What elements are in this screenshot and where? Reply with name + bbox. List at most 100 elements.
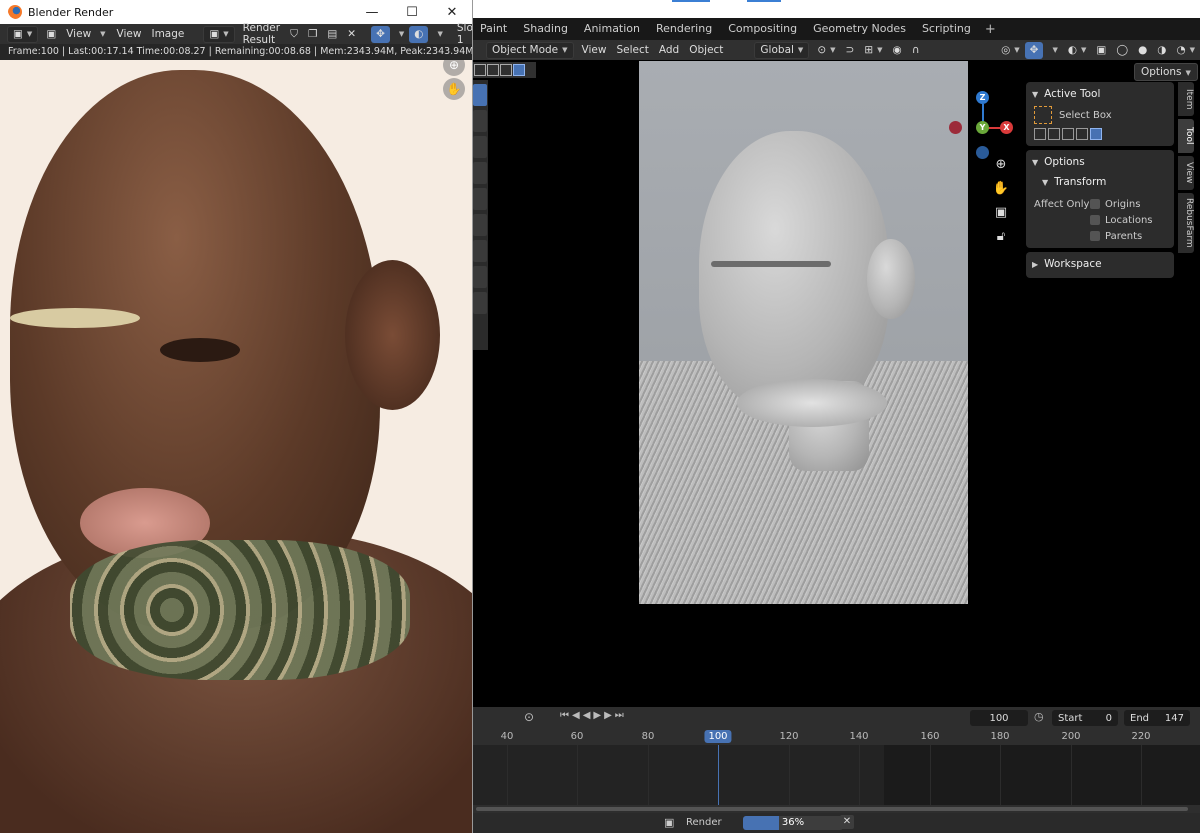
select-subtract-icon[interactable] <box>1062 128 1074 140</box>
gizmo-toggle-icon[interactable]: ✥ <box>371 25 390 43</box>
zoom-icon[interactable]: ⊕ <box>443 60 465 76</box>
mode-dropdown[interactable]: Object Mode ▼ <box>486 41 574 59</box>
timeline-area[interactable] <box>472 745 1200 805</box>
move-tool-icon[interactable] <box>473 136 487 158</box>
image-name-field[interactable]: Render Result <box>238 22 285 46</box>
transform-tool-icon[interactable] <box>473 214 487 236</box>
z-axis-icon[interactable]: Z <box>976 91 989 104</box>
shading-rendered-icon[interactable]: ◔ ▼ <box>1171 42 1200 59</box>
select-new-icon[interactable] <box>474 64 486 76</box>
annotate-tool-icon[interactable] <box>473 240 487 262</box>
tab-geometry-nodes[interactable]: Geometry Nodes <box>805 18 914 40</box>
select-extend-icon[interactable] <box>487 64 499 76</box>
scrollbar-thumb[interactable] <box>476 807 1188 811</box>
navigation-gizmo[interactable]: Z Y X <box>942 90 1013 190</box>
unlink-close-icon[interactable]: ✕ <box>342 26 361 43</box>
shading-material-icon[interactable]: ◑ <box>1152 42 1171 59</box>
shading-solid-icon[interactable]: ● <box>1133 42 1152 59</box>
select-subtract-icon[interactable] <box>500 64 512 76</box>
cancel-render-icon[interactable]: ✕ <box>840 815 854 829</box>
menu-image[interactable]: Image <box>146 26 189 43</box>
overlay-icon[interactable]: ◐ ▼ <box>1063 42 1092 59</box>
proportional-edit-icon[interactable]: ◉ <box>888 42 907 59</box>
select-box-tool-icon[interactable] <box>473 84 487 106</box>
camera-icon[interactable]: ▣ <box>992 204 1010 222</box>
end-frame-field[interactable]: End 147 <box>1124 710 1190 726</box>
record-icon[interactable]: ⊙ <box>524 710 534 724</box>
select-mode-buttons[interactable] <box>472 62 536 78</box>
measure-tool-icon[interactable] <box>473 266 487 288</box>
scale-tool-icon[interactable] <box>473 188 487 210</box>
start-frame-field[interactable]: Start 0 <box>1052 710 1118 726</box>
close-icon[interactable]: ✕ <box>432 5 472 20</box>
menu-select[interactable]: Select <box>611 42 653 59</box>
parents-checkbox[interactable] <box>1090 231 1100 241</box>
zoom-icon[interactable]: ⊕ <box>992 156 1010 174</box>
editor-type-icon[interactable]: ▣ ▼ <box>7 25 39 43</box>
slot-dropdown[interactable]: Slot 1▼ <box>452 22 472 46</box>
menu-object[interactable]: Object <box>684 42 728 59</box>
minimize-icon[interactable]: — <box>352 5 392 20</box>
playback-controls[interactable]: ⏮◀◀▶▶⏭ <box>560 710 627 721</box>
menu-view-2[interactable]: View <box>112 26 147 43</box>
add-cube-tool-icon[interactable] <box>473 292 487 314</box>
select-new-icon[interactable] <box>1034 128 1046 140</box>
render-result-image[interactable]: ⊕ ✋ <box>0 60 472 833</box>
select-invert-icon[interactable] <box>1076 128 1088 140</box>
falloff-icon[interactable]: ∩ <box>907 42 925 59</box>
tab-rebusfarm[interactable]: RebusFarm <box>1178 193 1194 253</box>
active-tool-header[interactable]: ▼ Active Tool <box>1026 84 1174 104</box>
pan-hand-icon[interactable]: ✋ <box>443 78 465 100</box>
options-dropdown[interactable]: Options ▼ <box>1134 63 1198 81</box>
gizmo-toggle-icon[interactable]: ✥ <box>1024 41 1044 59</box>
timeline-scrollbar[interactable] <box>472 805 1200 813</box>
select-box-icon[interactable] <box>1034 106 1052 124</box>
gizmo-dropdown-icon[interactable]: ▼ <box>1043 42 1062 59</box>
options-header[interactable]: ▼ Options <box>1026 152 1174 172</box>
duplicate-icon[interactable]: ❐ <box>303 26 322 43</box>
playhead-line[interactable] <box>718 745 719 805</box>
timeline-ruler[interactable]: 40 60 80 120 140 160 180 200 220 100 <box>472 729 1200 745</box>
orientation-dropdown[interactable]: Global ▼ <box>754 41 810 59</box>
open-folder-icon[interactable]: ▤ <box>322 26 342 43</box>
fake-user-shield-icon[interactable]: ⛉ <box>285 26 303 43</box>
select-extend-icon[interactable] <box>1048 128 1060 140</box>
snap-target-icon[interactable]: ⊞ ▼ <box>859 42 887 59</box>
tab-paint[interactable]: Paint <box>472 18 515 40</box>
tab-tool[interactable]: Tool <box>1178 119 1194 153</box>
transform-header[interactable]: ▼ Transform <box>1026 172 1174 192</box>
tab-rendering[interactable]: Rendering <box>648 18 720 40</box>
tab-view[interactable]: View <box>1178 156 1194 190</box>
neg-x-axis-icon[interactable] <box>949 121 962 134</box>
gizmo-dropdown-icon[interactable]: ▼ <box>390 26 409 43</box>
tab-compositing[interactable]: Compositing <box>720 18 805 40</box>
visibility-icon[interactable]: ◎ ▼ <box>996 42 1025 59</box>
3d-viewport[interactable]: Z Y X ⊕ ✋ ▣ 🔓︎ Options ▼ ▼ Active Tool Sel… <box>472 60 1200 707</box>
pan-hand-icon[interactable]: ✋ <box>992 180 1010 198</box>
tab-animation[interactable]: Animation <box>576 18 648 40</box>
select-intersect-icon[interactable] <box>1090 128 1102 140</box>
add-workspace-icon[interactable]: + <box>979 22 1002 37</box>
lock-icon[interactable]: 🔓︎ <box>992 228 1010 246</box>
overlay-toggle-icon[interactable]: ◐ <box>409 25 429 43</box>
tab-shading[interactable]: Shading <box>515 18 576 40</box>
image-browse-icon[interactable]: ▣ ▼ <box>203 25 235 43</box>
snap-icon[interactable]: ⊃ <box>841 42 860 59</box>
tab-item[interactable]: Item <box>1178 82 1194 116</box>
overlay-dropdown-icon[interactable]: ▼ <box>428 26 447 43</box>
rotate-tool-icon[interactable] <box>473 162 487 184</box>
y-axis-icon[interactable]: Y <box>976 121 989 134</box>
workspace-header[interactable]: ▶ Workspace <box>1026 254 1174 274</box>
cursor-tool-icon[interactable] <box>473 110 487 132</box>
select-intersect-icon[interactable] <box>513 64 525 76</box>
current-frame-field[interactable]: 100 <box>970 710 1028 726</box>
neg-z-axis-icon[interactable] <box>976 146 989 159</box>
x-axis-icon[interactable]: X <box>1000 121 1013 134</box>
clock-icon[interactable]: ◷ <box>1034 710 1044 723</box>
tab-scripting[interactable]: Scripting <box>914 18 979 40</box>
view-mode-icon[interactable]: ▣ <box>41 26 61 43</box>
pivot-icon[interactable]: ⊙ ▼ <box>812 42 840 59</box>
locations-checkbox[interactable] <box>1090 215 1100 225</box>
playhead-label[interactable]: 100 <box>704 730 732 743</box>
menu-view[interactable]: View <box>61 26 96 43</box>
